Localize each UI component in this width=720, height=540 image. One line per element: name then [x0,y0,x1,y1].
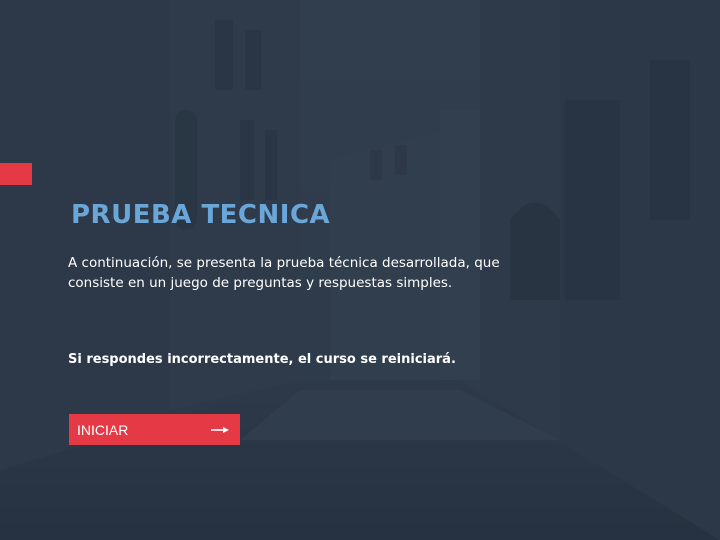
arrow-right-icon [200,414,240,445]
start-button[interactable]: INICIAR [69,414,240,445]
slide: PRUEBA TECNICA A continuación, se presen… [0,0,720,540]
warning-text: Si respondes incorrectamente, el curso s… [68,352,456,367]
page-title: PRUEBA TECNICA [71,200,331,230]
accent-bar [0,163,32,185]
description-text: A continuación, se presenta la prueba té… [68,255,500,291]
start-button-label: INICIAR [77,421,129,438]
